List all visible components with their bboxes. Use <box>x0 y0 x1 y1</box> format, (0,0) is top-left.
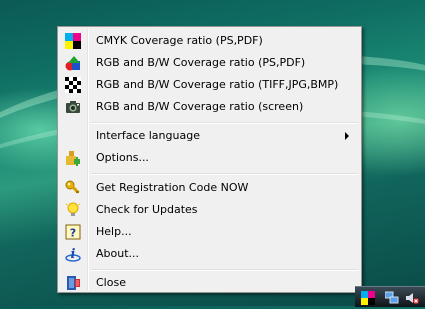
menu-item-label: Check for Updates <box>96 203 198 216</box>
menu-item-label: Get Registration Code NOW <box>96 181 249 194</box>
menu-item-cmyk-coverage[interactable]: CMYK Coverage ratio (PS,PDF) <box>60 30 359 52</box>
menu-separator <box>91 269 358 271</box>
info-icon: i <box>65 246 81 262</box>
menu-item-label: Close <box>96 276 126 289</box>
menu-item-label: Options... <box>96 151 149 164</box>
submenu-arrow-icon <box>345 132 349 140</box>
help-question-icon: ? <box>65 224 81 240</box>
checkerboard-icon <box>65 77 81 93</box>
key-icon <box>65 180 81 196</box>
options-plugin-icon <box>65 150 81 166</box>
menu-item-label: RGB and B/W Coverage ratio (PS,PDF) <box>96 56 306 69</box>
menu-item-label: RGB and B/W Coverage ratio (TIFF,JPG,BMP… <box>96 78 339 91</box>
context-menu: CMYK Coverage ratio (PS,PDF) RGB and B/W… <box>57 26 362 293</box>
rgb-shapes-icon <box>65 55 81 71</box>
network-icon[interactable] <box>384 290 399 304</box>
menu-separator <box>91 122 358 124</box>
menu-item-label: About... <box>96 247 140 260</box>
system-tray <box>355 286 425 307</box>
menu-item-rgb-bw-ps-pdf[interactable]: RGB and B/W Coverage ratio (PS,PDF) <box>60 52 359 74</box>
menu-item-label: Help... <box>96 225 132 238</box>
menu-item-check-for-updates[interactable]: Check for Updates <box>60 199 359 221</box>
menu-item-label: RGB and B/W Coverage ratio (screen) <box>96 100 304 113</box>
close-door-icon <box>65 275 81 291</box>
svg-text:i: i <box>71 247 76 262</box>
menu-item-get-registration-code[interactable]: Get Registration Code NOW <box>60 177 359 199</box>
menu-item-close[interactable]: Close <box>60 272 359 294</box>
menu-item-rgb-bw-screen[interactable]: RGB and B/W Coverage ratio (screen) <box>60 96 359 118</box>
menu-item-interface-language[interactable]: Interface language <box>60 125 359 147</box>
menu-item-label: Interface language <box>96 129 200 142</box>
menu-item-help[interactable]: ? Help... <box>60 221 359 243</box>
svg-text:?: ? <box>70 227 76 240</box>
menu-item-options[interactable]: Options... <box>60 147 359 169</box>
menu-item-about[interactable]: i About... <box>60 243 359 265</box>
app-tray-icon[interactable] <box>361 290 375 305</box>
cmyk-squares-icon <box>65 33 81 49</box>
menu-item-label: CMYK Coverage ratio (PS,PDF) <box>96 34 263 47</box>
volume-muted-icon[interactable] <box>405 290 419 304</box>
lightbulb-icon <box>65 202 81 218</box>
menu-item-rgb-bw-tiff-jpg-bmp[interactable]: RGB and B/W Coverage ratio (TIFF,JPG,BMP… <box>60 74 359 96</box>
camera-icon <box>65 99 81 115</box>
menu-separator <box>91 173 358 175</box>
